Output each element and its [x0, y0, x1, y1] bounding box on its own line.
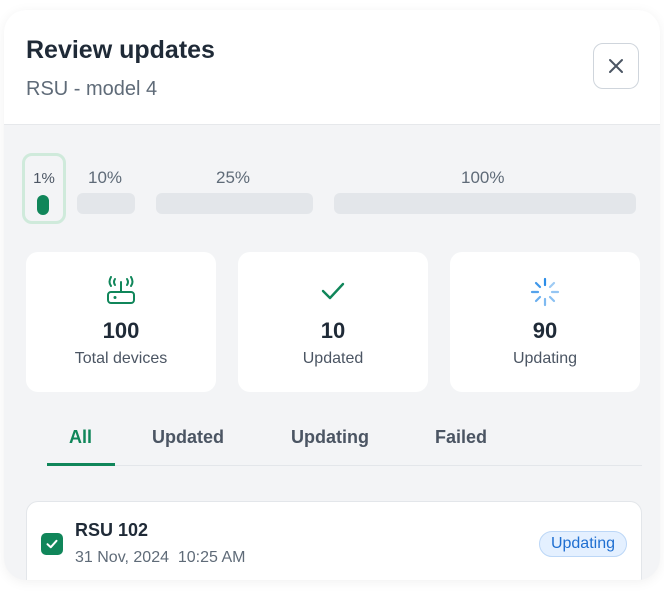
page-title: Review updates	[26, 36, 215, 64]
stat-value: 90	[532, 318, 558, 343]
router-icon	[107, 276, 135, 304]
stage-10-percent-bar[interactable]	[77, 193, 135, 214]
stat-card-updated: 10 Updated	[238, 252, 428, 392]
stage-label: 1%	[33, 170, 55, 187]
stat-label: Total devices	[74, 350, 168, 367]
review-updates-panel: Review updates RSU - model 4 1% 10% 25% …	[4, 10, 660, 580]
close-button[interactable]	[593, 43, 639, 89]
stage-100-percent-bar[interactable]	[334, 193, 636, 214]
loading-spinner-icon	[530, 277, 560, 307]
tab-failed[interactable]: Failed	[435, 427, 487, 448]
tabs-divider	[47, 465, 642, 466]
stage-label: 100%	[461, 168, 505, 187]
stat-card-total-devices: 100 Total devices	[26, 252, 216, 392]
device-timestamp: 31 Nov, 2024 10:25 AM	[75, 549, 246, 566]
row-checkbox[interactable]	[41, 533, 63, 555]
tab-updating[interactable]: Updating	[291, 427, 369, 448]
tab-updated[interactable]: Updated	[152, 427, 224, 448]
close-icon	[609, 59, 623, 73]
stage-25-percent-bar[interactable]	[156, 193, 313, 214]
device-name: RSU 102	[75, 520, 149, 540]
stage-progress-indicator	[37, 195, 49, 215]
stat-label: Updating	[512, 350, 578, 367]
tab-all[interactable]: All	[69, 427, 92, 448]
stage-1-percent[interactable]: 1%	[22, 153, 66, 224]
page-subtitle: RSU - model 4	[26, 78, 158, 100]
check-icon	[321, 282, 345, 300]
checkmark-icon	[46, 539, 58, 549]
stat-value: 100	[102, 318, 140, 343]
stage-label: 10%	[88, 168, 123, 187]
list-item[interactable]: RSU 102 31 Nov, 2024 10:25 AM Updating	[26, 501, 642, 580]
active-tab-indicator	[47, 463, 115, 466]
stat-value: 10	[320, 318, 346, 343]
panel-header: Review updates RSU - model 4	[4, 10, 660, 125]
stage-label: 25%	[216, 168, 251, 187]
stat-card-updating: 90 Updating	[450, 252, 640, 392]
status-badge: Updating	[538, 531, 627, 557]
stat-label: Updated	[302, 350, 364, 367]
